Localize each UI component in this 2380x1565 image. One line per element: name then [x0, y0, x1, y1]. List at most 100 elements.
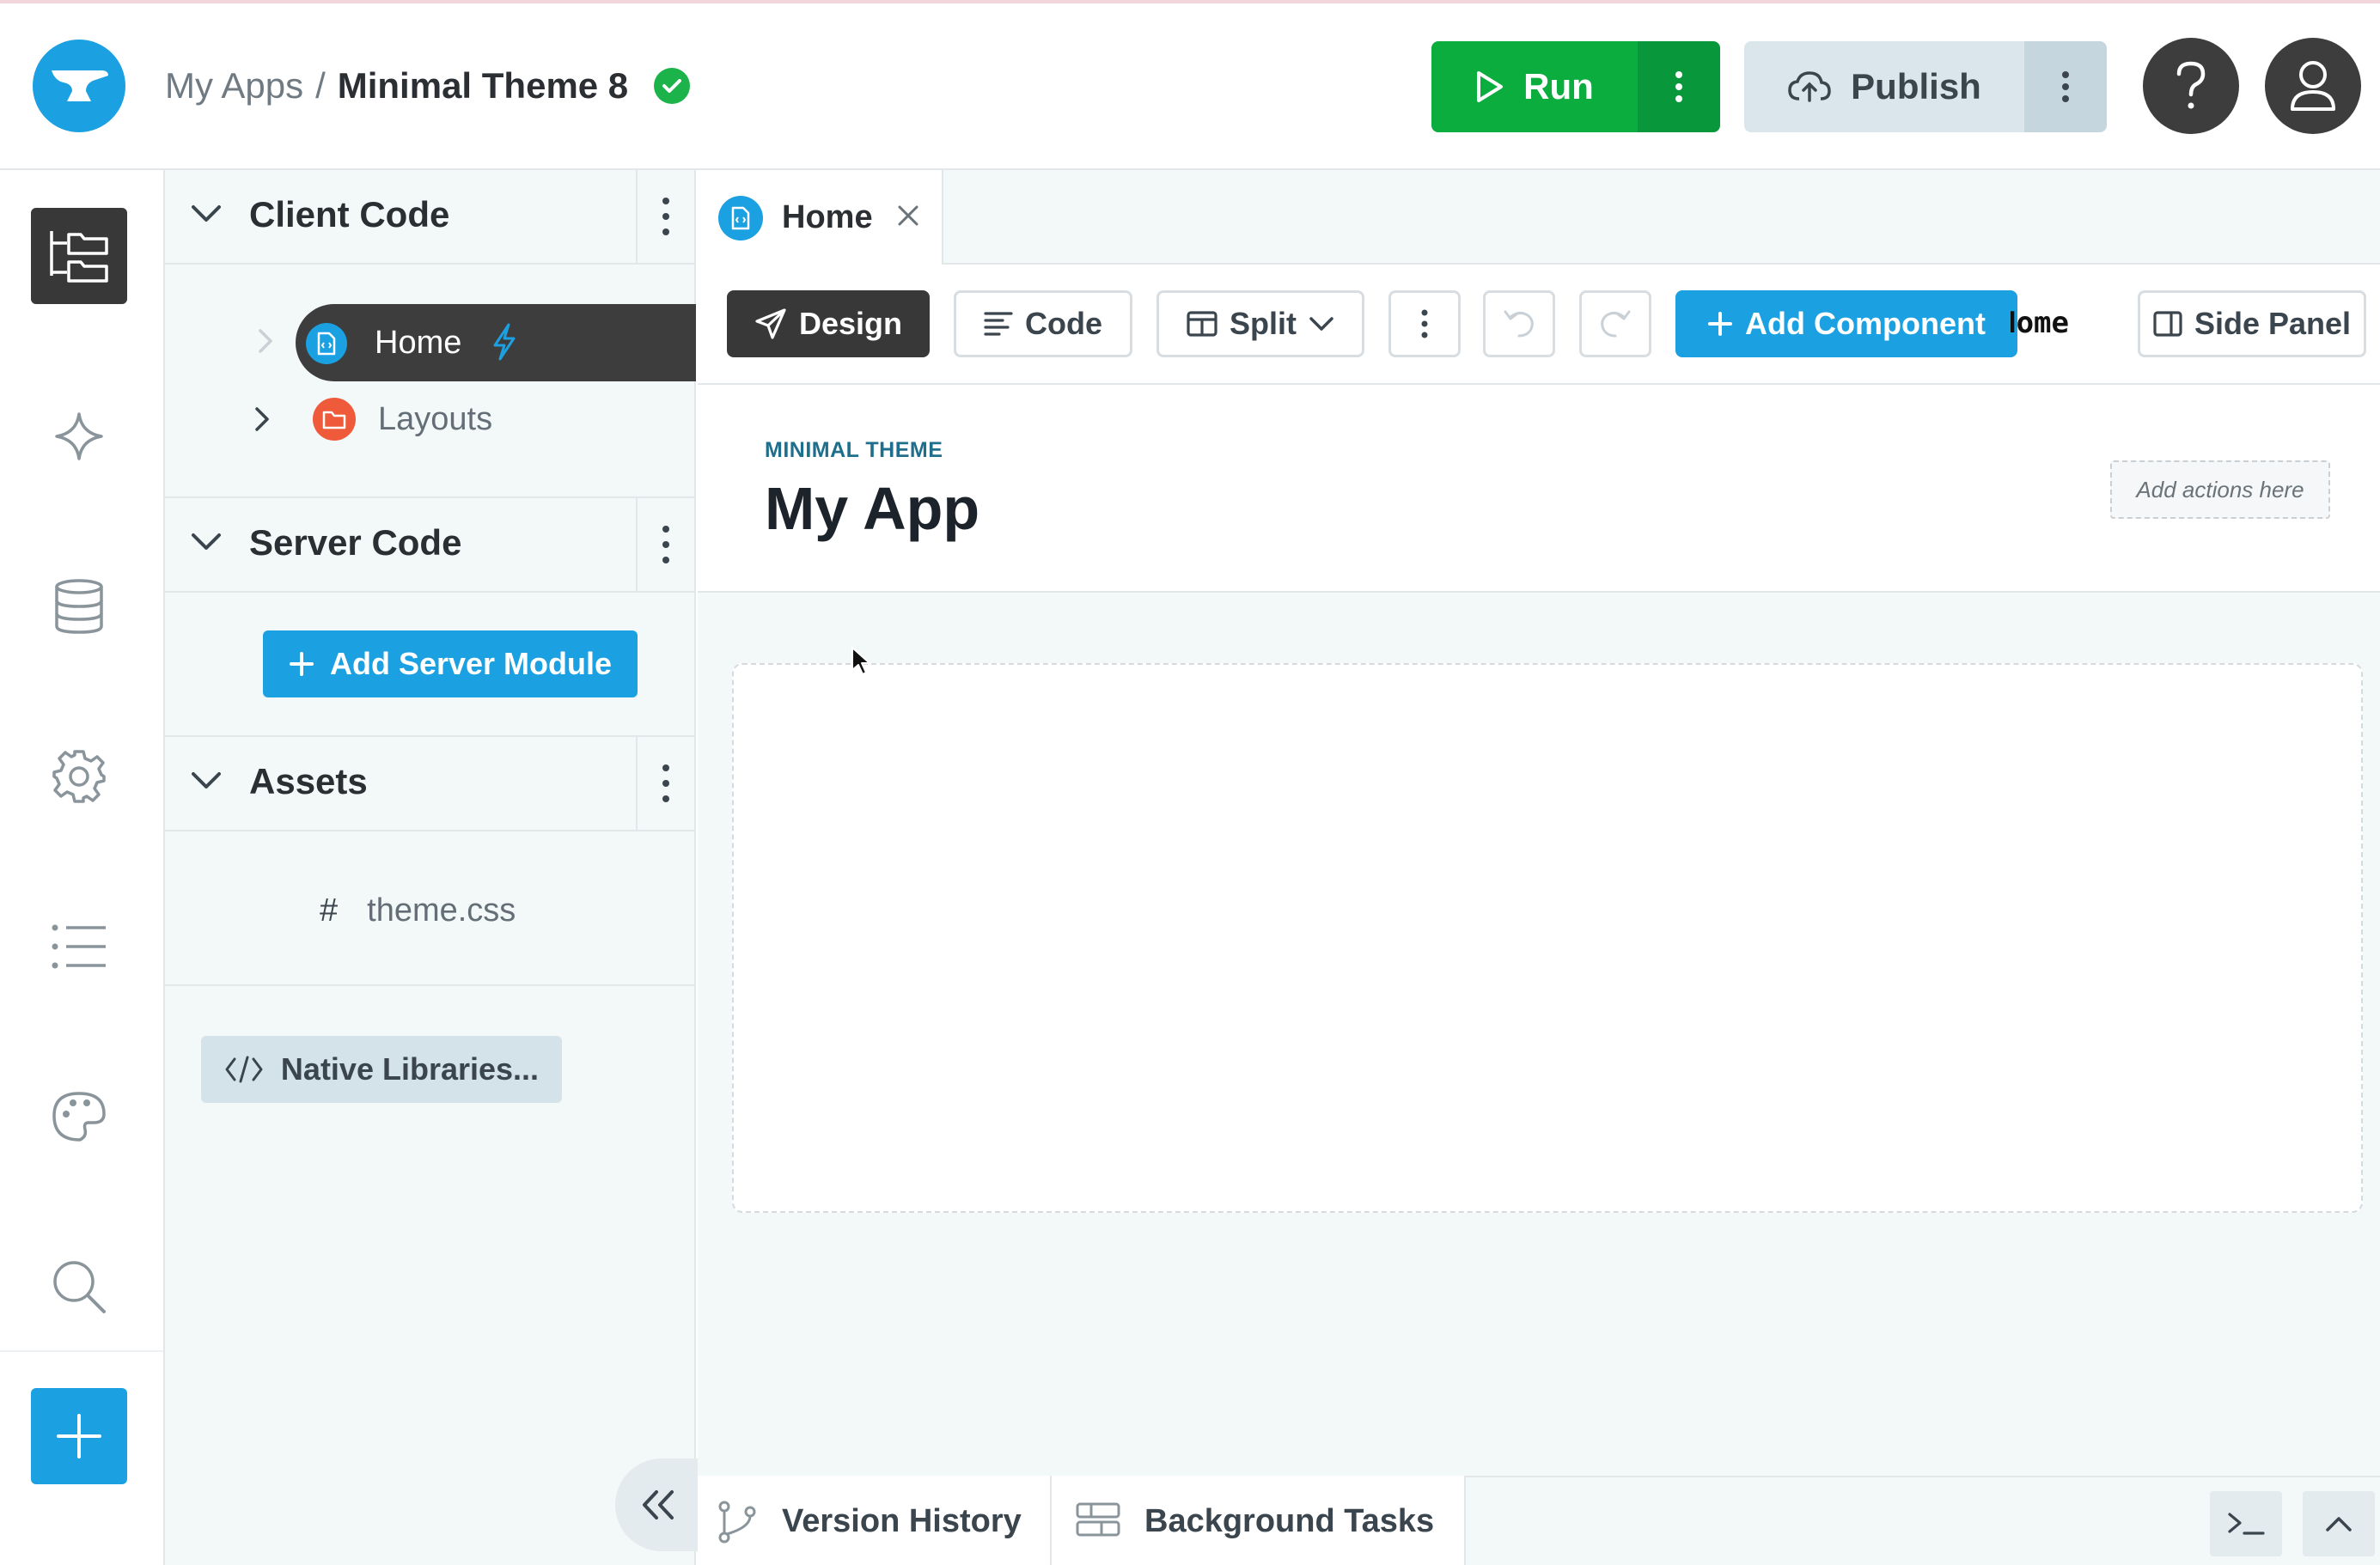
redo-button[interactable] [1579, 290, 1651, 357]
content-drop-zone[interactable] [732, 663, 2363, 1213]
tree-item-home-label: Home [375, 325, 462, 361]
text-lines-icon [984, 312, 1013, 336]
code-view-button[interactable]: Code [954, 290, 1132, 357]
publish-label: Publish [1851, 66, 1981, 107]
client-code-title: Client Code [249, 194, 450, 234]
tasks-stack-icon [1076, 1502, 1120, 1537]
server-code-menu-button[interactable] [636, 498, 694, 591]
breadcrumb: My Apps / Minimal Theme 8 [165, 62, 691, 110]
add-server-module-button[interactable]: Add Server Module [263, 630, 638, 697]
palette-icon [52, 1092, 106, 1142]
theme-label[interactable]: MINIMAL THEME [765, 438, 943, 463]
server-code-section-header[interactable]: Server Code [165, 498, 694, 593]
chevron-down-icon[interactable] [191, 771, 222, 790]
theme-button[interactable] [31, 1069, 127, 1165]
cloud-upload-icon [1788, 71, 1831, 102]
double-chevron-left-icon [643, 1490, 674, 1519]
help-button[interactable] [2143, 38, 2239, 134]
vertical-dots-icon [662, 198, 669, 235]
rail-divider [0, 1350, 163, 1352]
assets-title: Assets [249, 761, 368, 801]
tab-home-label: Home [782, 199, 873, 235]
version-history-tab[interactable]: Version History [698, 1476, 1052, 1565]
close-icon[interactable] [895, 203, 921, 228]
folder-icon [313, 398, 356, 441]
settings-button[interactable] [31, 728, 127, 825]
add-feature-button[interactable] [31, 1388, 127, 1484]
split-label: Split [1230, 306, 1297, 341]
vertical-dots-icon [1421, 309, 1428, 338]
css-file-icon: # [320, 892, 339, 929]
account-button[interactable] [2265, 38, 2361, 134]
run-label: Run [1523, 66, 1594, 107]
vertical-dots-icon [662, 526, 669, 563]
database-icon [55, 579, 103, 634]
plus-icon [1708, 312, 1733, 336]
split-view-button[interactable]: Split [1156, 290, 1364, 357]
question-mark-icon [2176, 61, 2206, 109]
actions-slot[interactable]: Add actions here [2110, 460, 2330, 519]
tree-item-theme-css[interactable]: # theme.css [320, 888, 516, 933]
side-panel-label: Side Panel [2194, 306, 2352, 341]
client-code-menu-button[interactable] [636, 170, 694, 263]
chevron-down-icon[interactable] [191, 533, 222, 551]
left-rail [0, 170, 165, 1565]
breadcrumb-my-apps[interactable]: My Apps [165, 65, 303, 107]
app-title[interactable]: My App [765, 474, 979, 543]
git-branch-icon [718, 1501, 756, 1544]
chevron-down-icon[interactable] [191, 204, 222, 223]
search-button[interactable] [31, 1239, 127, 1335]
more-options-button[interactable] [1388, 290, 1461, 357]
tree-item-home[interactable]: Home [296, 304, 696, 381]
vertical-dots-icon [662, 764, 669, 802]
client-code-section-header[interactable]: Client Code [165, 170, 694, 265]
list-icon [52, 924, 106, 969]
run-button[interactable]: Run [1431, 41, 1638, 132]
tab-home[interactable]: Home [698, 170, 943, 265]
collapse-panel-button[interactable] [615, 1458, 701, 1551]
data-tables-button[interactable] [31, 558, 127, 655]
paper-plane-icon [755, 308, 786, 339]
undo-icon [1504, 310, 1534, 338]
expand-bottom-panel-button[interactable] [2303, 1491, 2375, 1556]
native-libraries-button[interactable]: Native Libraries... [201, 1036, 562, 1103]
add-component-button[interactable]: Add Component [1675, 290, 2017, 357]
code-brackets-icon [225, 1056, 263, 1083]
sparkle-icon [55, 412, 103, 460]
assistant-button[interactable] [31, 388, 127, 484]
breadcrumb-separator: / [315, 65, 326, 106]
server-code-title: Server Code [249, 522, 462, 563]
plus-icon [57, 1414, 101, 1458]
assets-menu-button[interactable] [636, 737, 694, 830]
design-view-button[interactable]: Design [727, 290, 930, 357]
saved-check-icon [654, 68, 691, 104]
chevron-right-icon[interactable] [254, 406, 270, 432]
chevron-right-icon[interactable] [258, 328, 273, 354]
background-tasks-label: Background Tasks [1144, 1503, 1435, 1539]
split-layout-icon [1187, 311, 1217, 337]
app-name[interactable]: Minimal Theme 8 [338, 65, 628, 107]
chevron-up-icon [2326, 1517, 2352, 1532]
folder-tree-icon [50, 231, 108, 283]
app-browser-button[interactable] [31, 208, 127, 304]
mouse-cursor-icon [851, 647, 870, 675]
form-file-icon [718, 196, 763, 241]
terminal-button[interactable] [2210, 1491, 2282, 1556]
outline-button[interactable] [31, 898, 127, 995]
section-divider [165, 984, 694, 986]
undo-button[interactable] [1483, 290, 1555, 357]
publish-button[interactable]: Publish [1744, 41, 2024, 132]
side-panel-icon [2153, 311, 2182, 337]
assets-section-header[interactable]: Assets [165, 737, 694, 831]
play-icon [1477, 71, 1504, 102]
version-history-label: Version History [782, 1503, 1022, 1539]
run-options-button[interactable] [1638, 41, 1720, 132]
publish-options-button[interactable] [2024, 41, 2107, 132]
plus-icon [289, 652, 314, 676]
anvil-logo-icon[interactable] [33, 40, 125, 132]
tree-item-layouts[interactable]: Layouts [254, 395, 492, 443]
side-panel-button[interactable]: Side Panel [2138, 290, 2366, 357]
startup-bolt-icon [493, 323, 516, 361]
background-tasks-tab[interactable]: Background Tasks [1052, 1476, 1466, 1565]
redo-icon [1601, 310, 1631, 338]
